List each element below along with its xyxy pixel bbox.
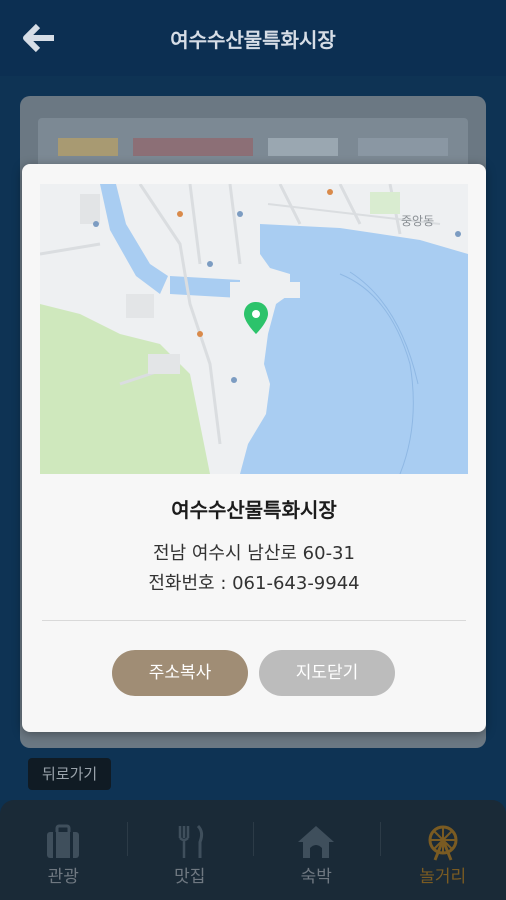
- map-district-label: 중앙동: [401, 214, 435, 228]
- divider: [42, 620, 466, 621]
- map-modal: 중앙동 여수수산물특화시장 전남 여수시 남산로 60-31 전화번호 : 06…: [22, 164, 486, 732]
- address-text: 전남 여수시 남산로 60-31: [153, 543, 355, 564]
- copy-address-button[interactable]: 주소복사: [112, 650, 248, 696]
- close-map-button[interactable]: 지도닫기: [259, 650, 395, 696]
- place-name: 여수수산물특화시장: [171, 498, 337, 522]
- phone-text: 전화번호 : 061-643-9944: [148, 573, 360, 594]
- map-view[interactable]: 중앙동: [40, 184, 468, 474]
